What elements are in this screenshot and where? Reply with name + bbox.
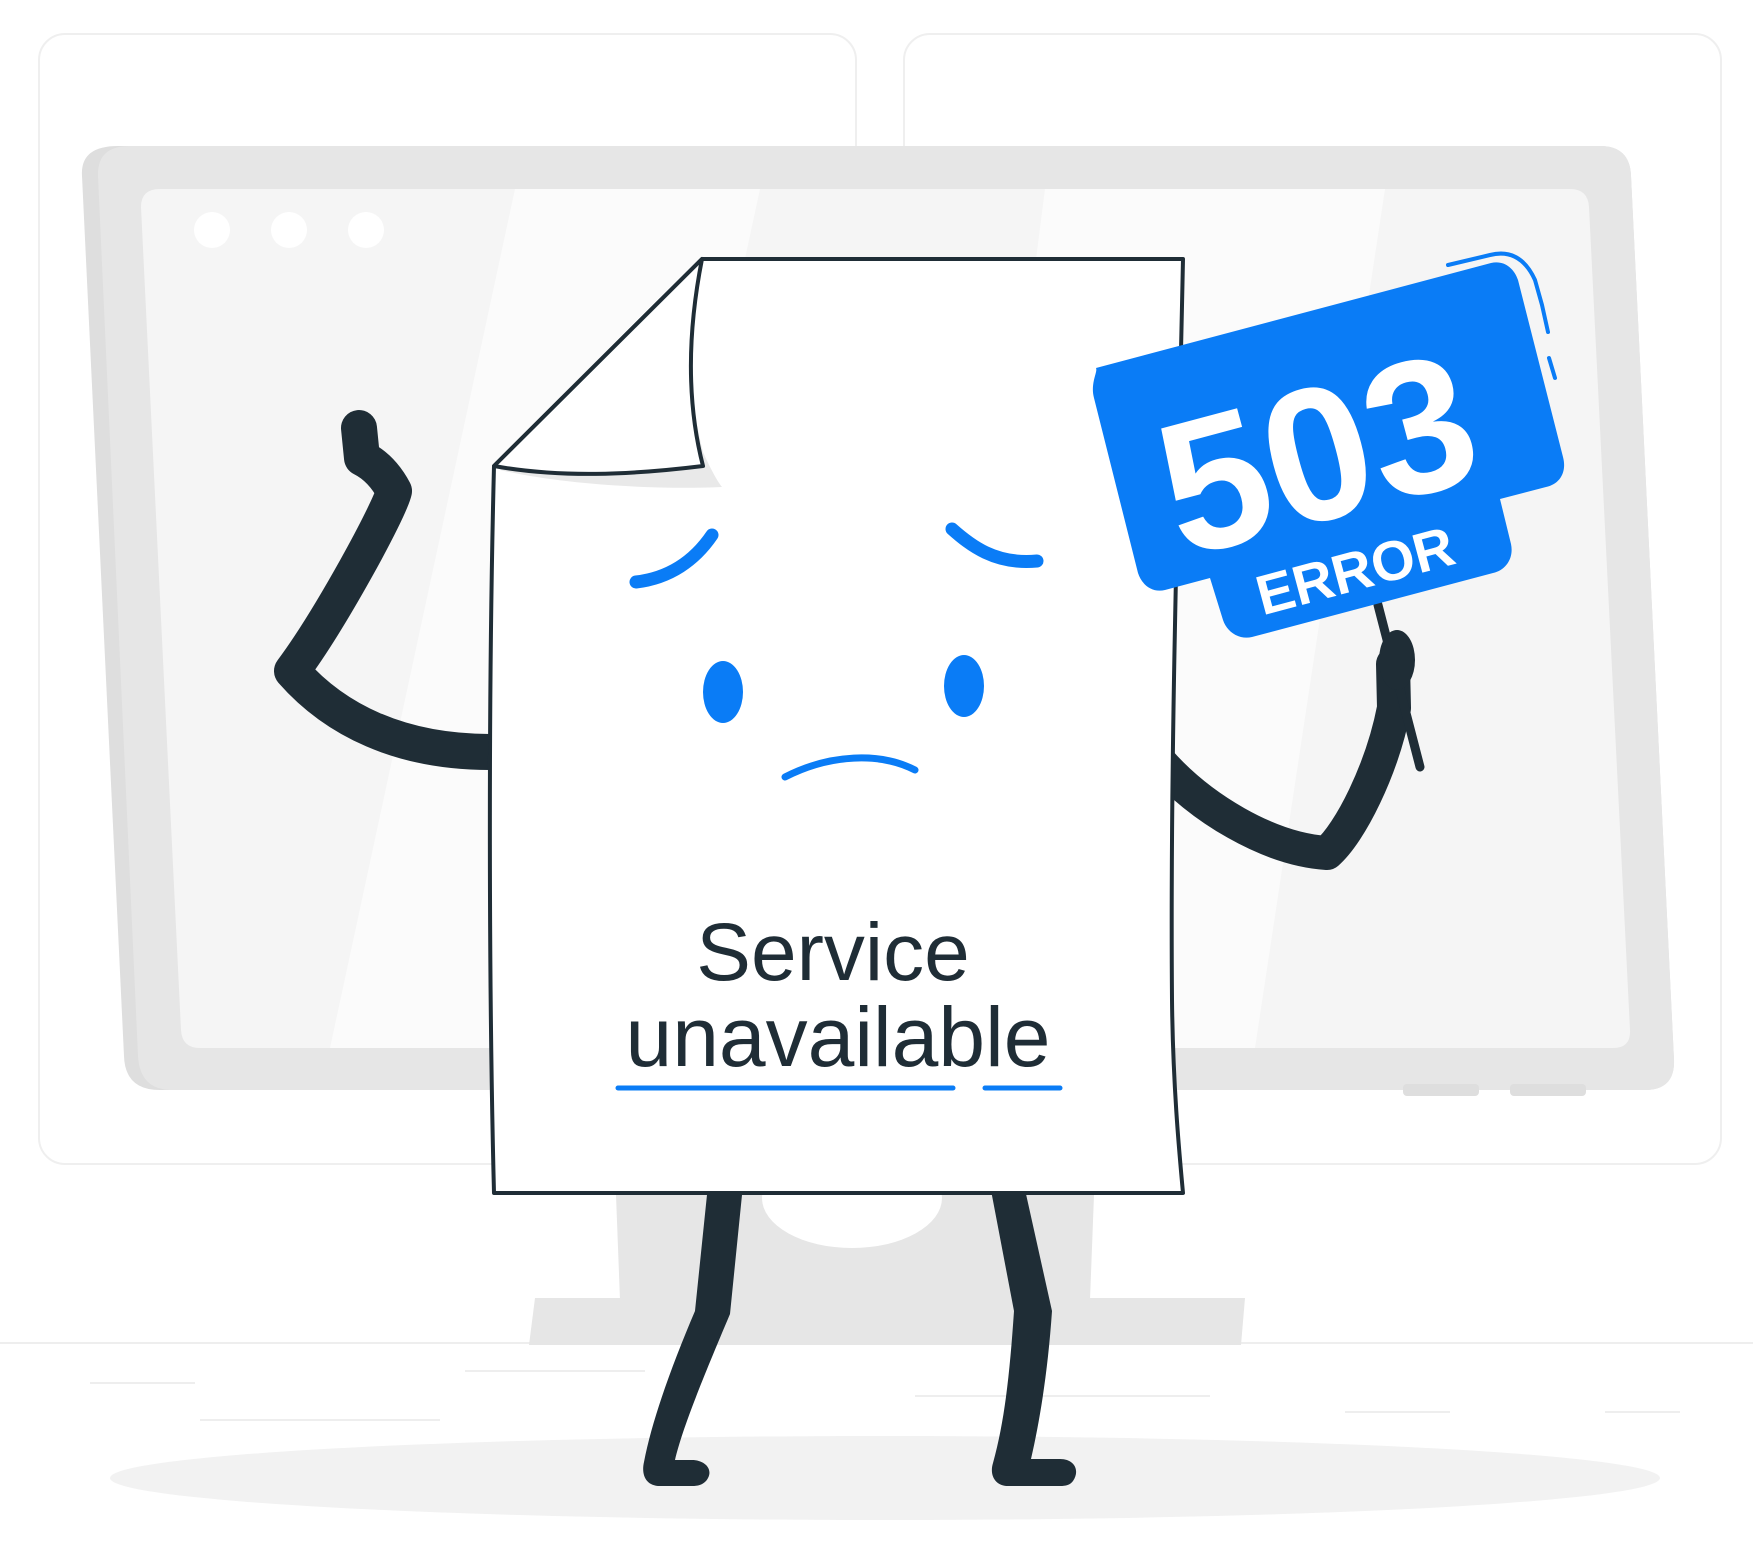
document-character: Service unavailable xyxy=(487,257,1185,1195)
caption-line-1: Service xyxy=(696,907,969,998)
right-eye xyxy=(944,655,984,717)
circle-dot-icon xyxy=(348,212,384,248)
left-eye xyxy=(703,661,743,723)
circle-dot-icon xyxy=(194,212,230,248)
floor-shadow xyxy=(110,1436,1660,1520)
ground-lines xyxy=(0,1342,1753,1421)
window-dots xyxy=(194,212,384,248)
caption-line-2: unavailable xyxy=(625,990,1050,1084)
circle-dot-icon xyxy=(271,212,307,248)
error-503-illustration: Service unavailable 503 ERROR xyxy=(0,33,1753,1520)
hand xyxy=(1379,630,1415,690)
